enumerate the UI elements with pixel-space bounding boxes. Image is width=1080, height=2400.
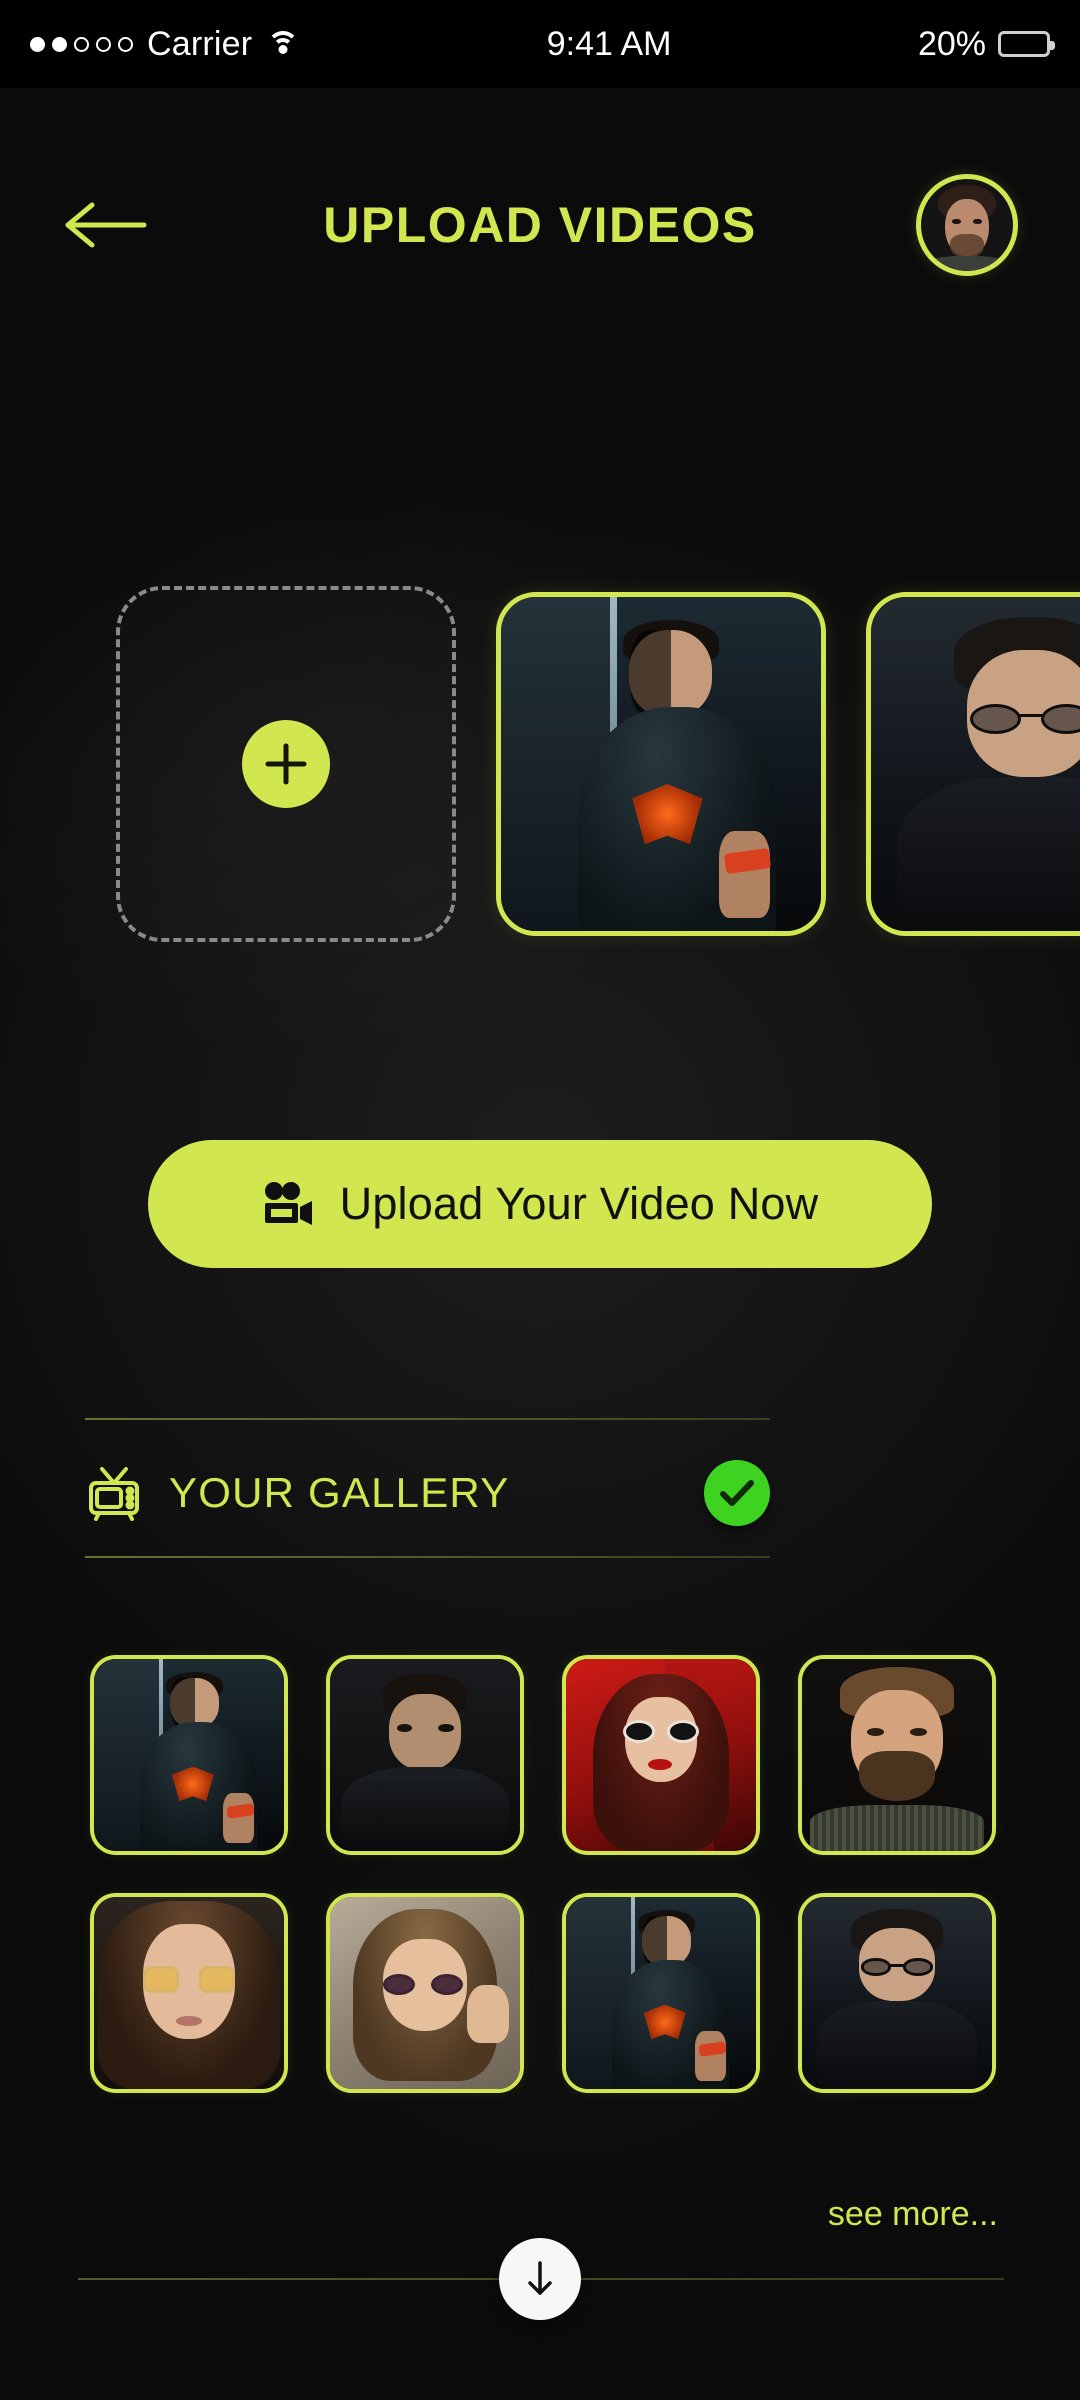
gallery-thumbnail-6[interactable] <box>326 1893 524 2093</box>
page-header: UPLOAD VIDEOS <box>0 160 1080 290</box>
gallery-thumbnail-3-image <box>566 1659 756 1851</box>
gallery-thumbnail-1-image <box>94 1659 284 1851</box>
carrier-label: Carrier <box>147 24 253 63</box>
tv-icon <box>85 1465 143 1521</box>
gallery-thumbnail-7[interactable] <box>562 1893 760 2093</box>
upload-video-button[interactable]: Upload Your Video Now <box>148 1140 932 1268</box>
carousel-video-2-image <box>871 597 1080 931</box>
status-bar: Carrier 9:41 AM 20% <box>0 0 1080 88</box>
gallery-thumbnail-5[interactable] <box>90 1893 288 2093</box>
gallery-thumbnail-2[interactable] <box>326 1655 524 1855</box>
battery-icon <box>998 31 1055 57</box>
gallery-thumbnail-7-image <box>566 1897 756 2089</box>
gallery-thumbnail-3[interactable] <box>562 1655 760 1855</box>
gallery-thumbnail-2-image <box>330 1659 520 1851</box>
carousel-video-1[interactable] <box>496 592 826 936</box>
gallery-thumbnail-6-image <box>330 1897 520 2089</box>
signal-dot <box>74 36 89 52</box>
signal-dot <box>30 36 45 52</box>
signal-dot <box>96 36 111 52</box>
gallery-thumbnail-1[interactable] <box>90 1655 288 1855</box>
signal-dot <box>52 36 67 52</box>
avatar-face <box>921 179 1013 271</box>
signal-dot <box>118 36 133 52</box>
avatar[interactable] <box>916 174 1018 276</box>
status-badge[interactable] <box>704 1460 770 1526</box>
back-button[interactable] <box>60 193 152 257</box>
battery-percent-label: 20% <box>917 24 986 63</box>
signal-strength-dots <box>30 36 133 52</box>
carousel-video-1-image <box>501 597 821 931</box>
status-bar-time: 9:41 AM <box>546 24 672 63</box>
carousel-video-2[interactable] <box>866 592 1080 936</box>
upload-video-button-label: Upload Your Video Now <box>339 1178 819 1229</box>
gallery-divider-top <box>85 1418 770 1420</box>
gallery-thumbnail-4[interactable] <box>798 1655 996 1855</box>
gallery-thumbnail-8[interactable] <box>798 1893 996 2093</box>
add-video-card[interactable] <box>116 586 456 942</box>
video-carousel[interactable] <box>0 580 1080 948</box>
gallery-grid <box>90 1655 1000 2093</box>
wifi-icon <box>266 31 300 57</box>
see-more-link[interactable]: see more... <box>828 2195 998 2234</box>
gallery-header: YOUR GALLERY <box>85 1438 770 1548</box>
gallery-divider-bottom <box>85 1556 770 1558</box>
plus-icon[interactable] <box>242 720 330 808</box>
video-camera-icon <box>262 1182 314 1226</box>
scroll-down-button[interactable] <box>499 2238 581 2320</box>
gallery-thumbnail-4-image <box>802 1659 992 1851</box>
gallery-thumbnail-5-image <box>94 1897 284 2089</box>
status-bar-right: 20% <box>917 24 1055 64</box>
gallery-title: YOUR GALLERY <box>169 1469 510 1516</box>
status-bar-left: Carrier <box>30 25 300 64</box>
arrow-down-icon <box>528 2261 552 2295</box>
gallery-thumbnail-8-image <box>802 1897 992 2089</box>
app-screen: Carrier 9:41 AM 20% UPLOAD VIDEOS Upload… <box>0 0 1080 2400</box>
